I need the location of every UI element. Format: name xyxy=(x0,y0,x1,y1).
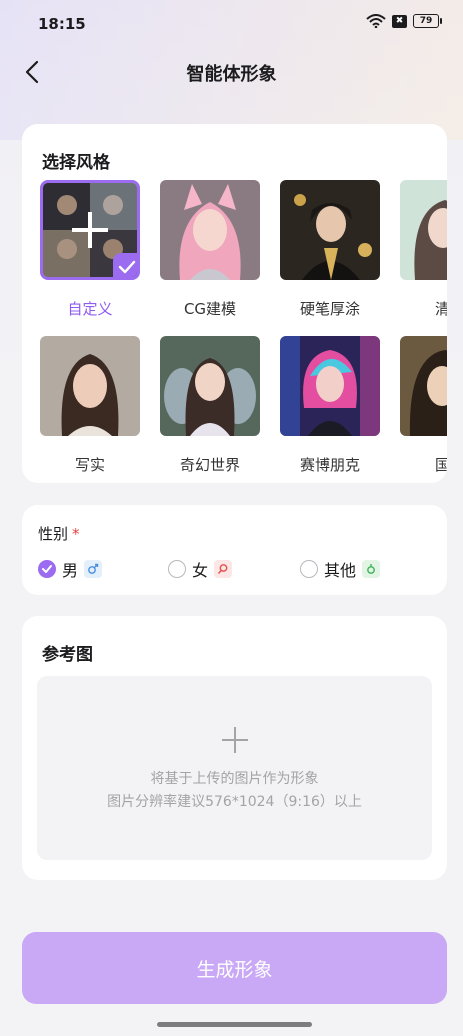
battery-icon: 79 xyxy=(413,14,442,28)
sim-x-icon: ✖ xyxy=(392,14,407,28)
style-thumb-cg xyxy=(160,180,260,280)
gender-option-other[interactable]: 其他 xyxy=(300,557,381,581)
page-title: 智能体形象 xyxy=(186,64,277,85)
style-label: 自定义 xyxy=(67,300,113,318)
style-label: 赛博朋克 xyxy=(299,456,360,474)
check-icon xyxy=(41,564,52,573)
selected-check-badge xyxy=(113,253,137,277)
upload-area[interactable]: 将基于上传的图片作为形象 图片分辨率建议576*1024（9:16）以上 xyxy=(37,676,432,860)
upload-hint-line1: 将基于上传的图片作为形象 xyxy=(150,771,319,787)
battery-level: 79 xyxy=(419,16,433,26)
radio-female[interactable] xyxy=(168,560,186,578)
plus-icon xyxy=(222,727,248,753)
style-thumb-hardpen xyxy=(280,180,380,280)
style-thumb-realistic xyxy=(40,336,140,436)
home-indicator[interactable] xyxy=(157,1022,312,1027)
style-label: 奇幻世界 xyxy=(179,456,240,474)
required-mark: * xyxy=(72,525,80,543)
generate-button[interactable]: 生成形象 xyxy=(22,932,447,1004)
female-icon xyxy=(214,560,233,578)
status-bar: 18:15 ✖ 79 xyxy=(0,0,463,48)
status-icons: ✖ 79 xyxy=(366,14,442,28)
style-section-title: 选择风格 xyxy=(42,153,110,173)
radio-other[interactable] xyxy=(300,560,318,578)
plus-icon xyxy=(72,212,108,248)
style-thumb-guofeng xyxy=(400,336,447,436)
nav-bar: 智能体形象 xyxy=(0,50,463,94)
gender-option-male[interactable]: 男 xyxy=(38,557,103,581)
male-icon xyxy=(84,560,103,578)
style-thumb-custom xyxy=(40,180,140,280)
wifi-icon xyxy=(366,14,386,28)
gender-label: 女 xyxy=(192,561,209,580)
style-label: CG建模 xyxy=(183,300,237,318)
reference-title: 参考图 xyxy=(42,645,93,665)
style-label: 硬笔厚涂 xyxy=(299,300,360,318)
gender-option-female[interactable]: 女 xyxy=(168,557,233,581)
status-time: 18:15 xyxy=(38,15,86,33)
style-thumb-fresh xyxy=(400,180,447,280)
check-icon xyxy=(118,260,136,274)
gender-section: 性别 * 男 女 其他 xyxy=(22,505,447,595)
style-label: 国风 xyxy=(434,456,447,474)
style-label: 清新 xyxy=(434,300,447,318)
style-thumb-fantasy xyxy=(160,336,260,436)
other-gender-icon xyxy=(362,560,381,578)
style-thumb-cyberpunk xyxy=(280,336,380,436)
gender-label: 其他 xyxy=(324,561,357,580)
radio-male[interactable] xyxy=(38,560,56,578)
gender-title-text: 性别 xyxy=(38,525,69,543)
gender-label: 男 xyxy=(62,561,79,580)
style-section: 选择风格 自定义 CG建模 硬笔厚涂 清 写实 奇幻世界 赛博朋克 国 xyxy=(22,124,447,483)
upload-hint-line2: 图片分辨率建议576*1024（9:16）以上 xyxy=(107,794,362,810)
style-label: 写实 xyxy=(74,456,105,474)
reference-section: 参考图 将基于上传的图片作为形象 图片分辨率建议576*1024（9:16）以上 xyxy=(22,616,447,880)
gender-title: 性别 * xyxy=(38,523,80,544)
